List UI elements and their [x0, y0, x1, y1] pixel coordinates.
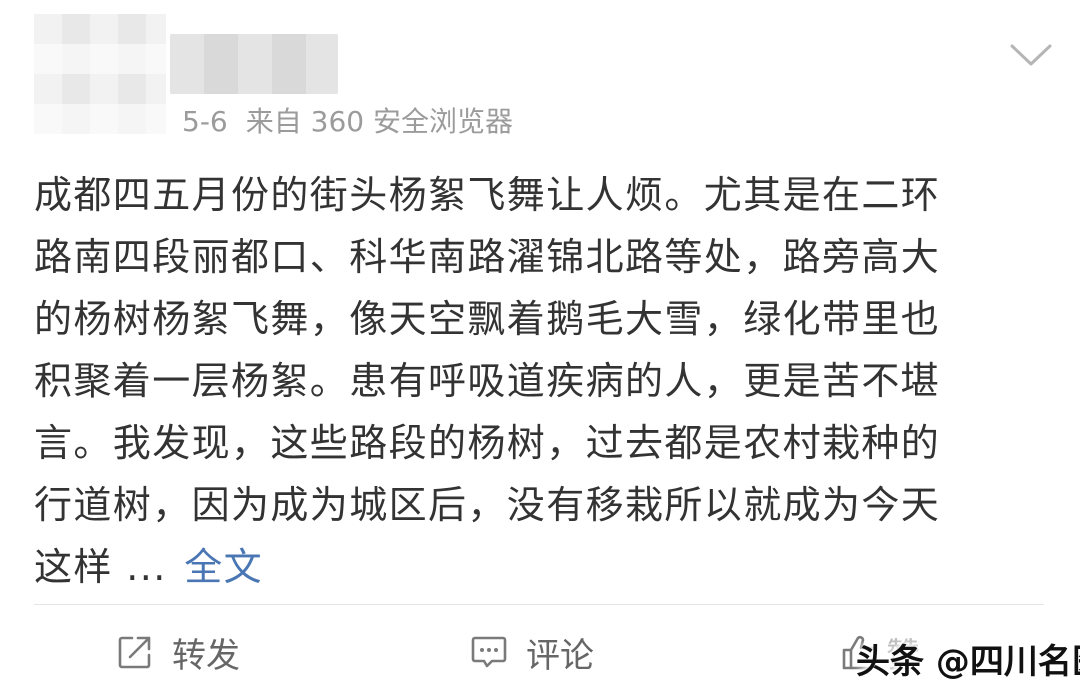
post-text-line: 成都四五月份的街头杨絮飞舞让人烦。尤其是在二环: [34, 173, 941, 217]
repost-icon: [116, 633, 154, 671]
post-meta: 5-6 来自 360 安全浏览器: [182, 102, 531, 142]
post-date: 5-6: [182, 105, 228, 138]
repost-label: 转发: [172, 635, 240, 676]
full-text-link[interactable]: 全文: [184, 545, 263, 589]
post-text-line: 言。我发现，这些路段的杨树，过去都是农村栽种的: [34, 421, 941, 465]
repost-button[interactable]: 转发: [116, 620, 240, 684]
watermark: 头条 @四川名医: [856, 641, 1080, 682]
post-text-line: 的杨树杨絮飞舞，像天空飘着鹅毛大雪，绿化带里也: [34, 297, 941, 341]
post-text-line: 行道树，因为成为城区后，没有移栽所以就成为今天: [34, 483, 941, 527]
avatar-blurred[interactable]: [34, 14, 166, 134]
comment-label: 评论: [526, 635, 594, 676]
comment-button[interactable]: 评论: [470, 620, 594, 684]
post-content: 成都四五月份的街头杨絮飞舞让人烦。尤其是在二环 路南四段丽都口、科华南路濯锦北路…: [34, 164, 1040, 598]
username-blurred[interactable]: [170, 34, 338, 94]
comment-icon: [470, 633, 508, 671]
post-source: 来自 360 安全浏览器: [245, 105, 513, 138]
post-text-line: 积聚着一层杨絮。患有呼吸道疾病的人，更是苦不堪: [34, 359, 941, 403]
post-text-last-line: 这样 ... 全文: [34, 536, 1040, 598]
post-text-ellipsis: 这样 ...: [34, 545, 167, 589]
post-text-line: 路南四段丽都口、科华南路濯锦北路等处，路旁高大: [34, 235, 941, 279]
chevron-down-icon[interactable]: [1008, 40, 1054, 70]
divider: [34, 604, 1044, 605]
